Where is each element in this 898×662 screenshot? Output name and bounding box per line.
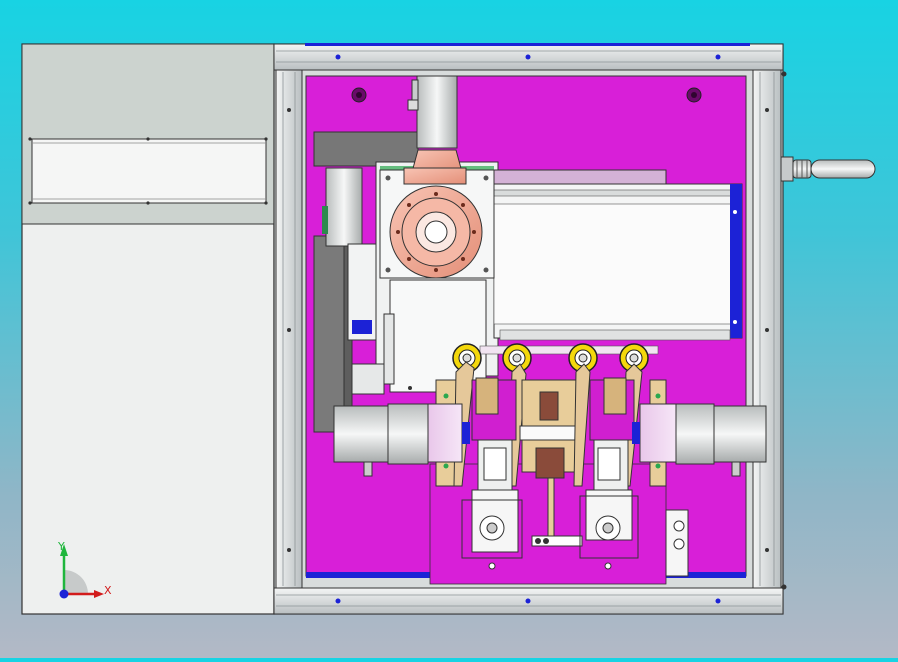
left-side-panel [21,43,275,615]
machine-assembly-drawing[interactable]: Y X [0,0,898,658]
cad-viewport[interactable]: Y X [0,0,898,658]
horizontal-actuator [493,169,743,341]
x-axis-label: X [104,584,112,597]
side-handle[interactable] [780,156,876,182]
y-axis-label: Y [57,540,65,553]
z-axis-origin [59,589,69,599]
